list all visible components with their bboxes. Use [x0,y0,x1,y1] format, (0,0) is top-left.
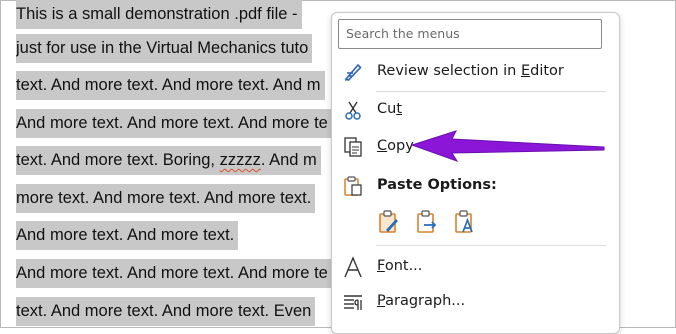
menu-separator [376,91,606,92]
doc-line: And more text. And more text. And more t… [16,109,332,138]
paste-options-heading: Paste Options: [332,171,619,201]
paragraph-menu-item[interactable]: Paragraph... [332,287,619,317]
review-selection-label: Review selection in Editor [377,63,564,79]
doc-text: text. And more text. Boring, [16,151,220,169]
editor-pen-icon [344,63,362,81]
doc-line: text. And more text. And more text. And … [16,71,325,100]
font-label: Font... [377,258,423,274]
context-menu: Review selection in Editor Cut Copy Past [331,12,620,334]
menu-separator [376,245,606,246]
doc-line: This is a small demonstration .pdf file … [16,0,302,29]
doc-line: more text. And more text. And more text. [16,184,316,213]
copy-icon [344,137,362,157]
paste-text-only-icon[interactable] [452,209,478,235]
clipboard-icon [344,176,362,196]
doc-text: . And m [260,151,317,169]
paragraph-icon [344,295,362,310]
paste-keep-formatting-icon[interactable] [376,209,402,235]
paste-options-label: Paste Options: [377,177,497,193]
doc-line: And more text. And more text. And more t… [16,259,332,288]
menu-search-box[interactable] [338,19,602,49]
review-selection-menu-item[interactable]: Review selection in Editor [332,57,619,87]
doc-line: text. And more text. Boring, zzzzz. And … [16,146,321,175]
misspelled-word[interactable]: zzzzz [220,151,261,169]
font-a-icon [344,256,362,278]
cut-menu-item[interactable]: Cut [332,95,619,125]
font-menu-item[interactable]: Font... [332,252,619,282]
menu-search-input[interactable] [339,20,593,46]
copy-label: Copy [377,138,414,154]
doc-line: text. And more text. And more text. Even [16,297,316,326]
paragraph-label: Paragraph... [377,293,466,309]
scissors-icon [345,101,361,120]
doc-line: And more text. And more text. [16,221,239,250]
doc-line: just for use in the Virtual Mechanics tu… [16,34,313,63]
selection-gap [260,224,340,260]
copy-menu-item[interactable]: Copy [332,132,619,162]
paste-merge-formatting-icon[interactable] [414,209,440,235]
cut-label: Cut [377,101,403,117]
